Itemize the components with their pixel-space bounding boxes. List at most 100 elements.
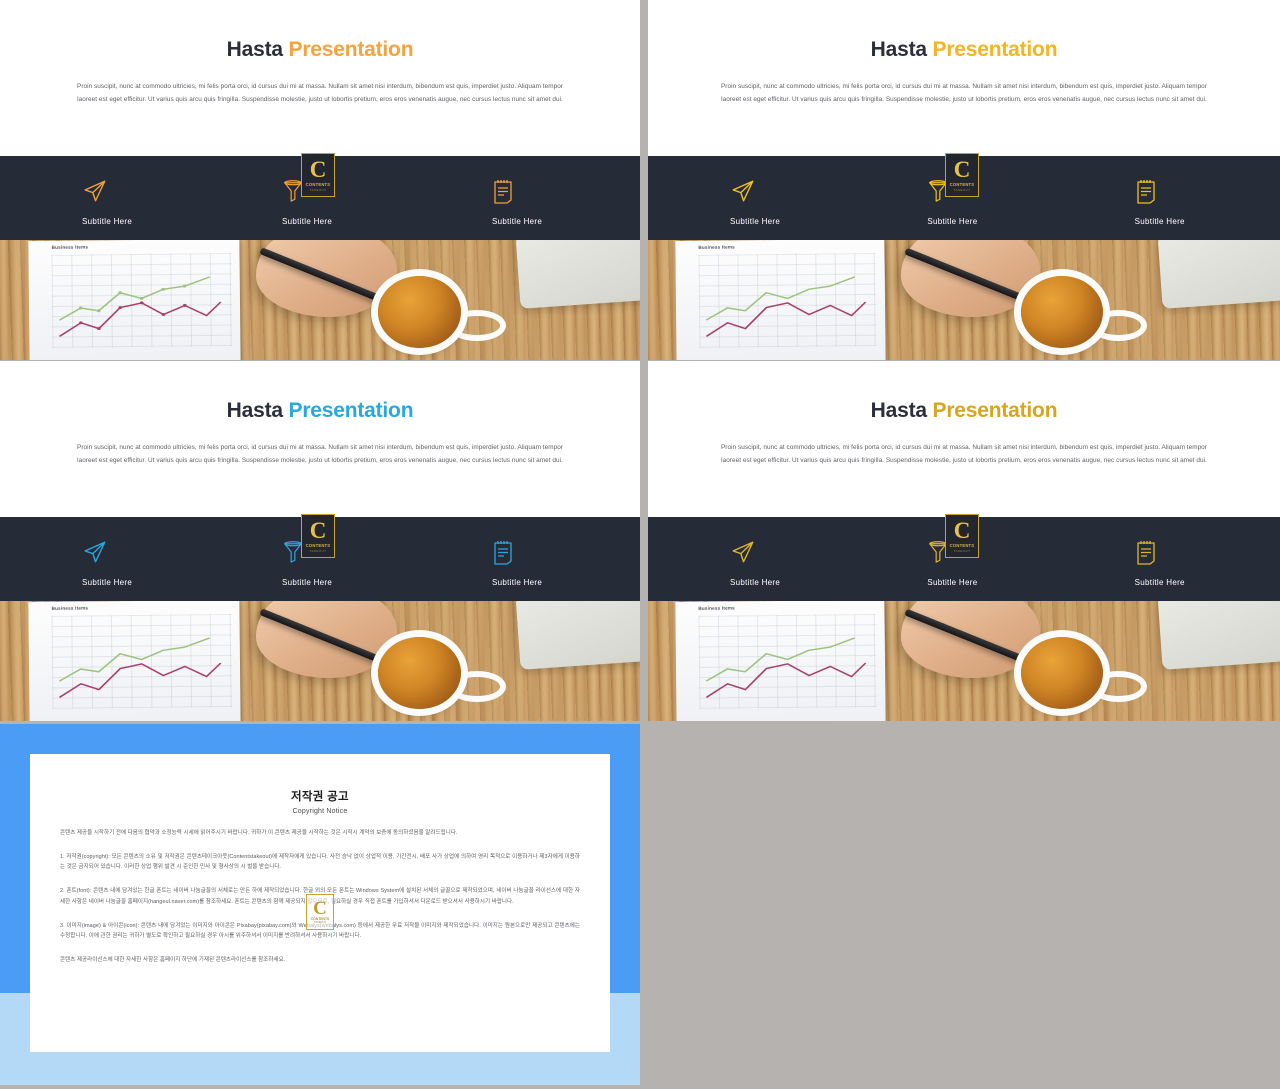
icon-cell-2-1[interactable]: Subtitle Here	[648, 156, 875, 226]
watermark-line2: TAKEOUT	[953, 187, 971, 192]
notepad-icon	[1135, 535, 1157, 569]
slide-title-part1: Hasta	[870, 399, 933, 422]
watermark-line1: CONTENTS	[305, 181, 331, 187]
slide-title-2: Hasta Presentation	[648, 0, 1280, 62]
line-chart	[58, 637, 222, 698]
contents-watermark-badge: C CONTENTS TAKEOUT	[301, 153, 335, 197]
watermark-letter: C	[309, 517, 327, 543]
slide-body-text-2: Proin suscipit, nunc at commodo ultricie…	[721, 83, 1207, 103]
icon-label-4-3: Subtitle Here	[1134, 578, 1185, 587]
slide-title-part2: Presentation	[932, 399, 1058, 422]
chart-caption: Business Items	[51, 605, 88, 611]
chart-paper: Business Items	[675, 240, 886, 360]
chart-caption: Business Items	[698, 605, 736, 611]
watermark-line2: TAKEOUT	[953, 548, 971, 553]
notepad-icon	[492, 535, 514, 569]
watermark-line2: TAKEOUT	[313, 921, 327, 925]
icon-label-2-2: Subtitle Here	[927, 217, 978, 226]
slide-title-part1: Hasta	[870, 38, 933, 61]
slide-thumbnail-1[interactable]: Hasta Presentation Proin suscipit, nunc …	[0, 0, 640, 360]
chart-paper: Business Items	[675, 601, 886, 721]
line-chart	[706, 276, 867, 337]
line-chart	[58, 276, 222, 337]
slide-title-4: Hasta Presentation	[648, 361, 1280, 423]
chart-paper: Business Items	[28, 601, 241, 721]
icon-label-3-1: Subtitle Here	[82, 578, 133, 587]
copyright-notice-panel[interactable]: 저작권 공고 Copyright Notice 콘텐츠 제공을 시작하기 전에 …	[0, 724, 640, 1085]
icon-label-1-3: Subtitle Here	[492, 217, 543, 226]
notepad-icon	[1135, 174, 1157, 208]
watermark-letter: C	[309, 156, 327, 182]
icon-label-3-3: Subtitle Here	[492, 578, 543, 587]
slide-photo-2: Business Items	[648, 240, 1280, 360]
watermark-line1: CONTENTS	[305, 542, 331, 548]
contents-watermark-badge: C CONTENTS TAKEOUT	[306, 894, 334, 931]
icon-bar-4: Subtitle Here Subtitle Here Subtitle Her…	[648, 514, 1280, 601]
icon-cell-1-1[interactable]: Subtitle Here	[0, 156, 230, 226]
paper-plane-icon	[82, 535, 108, 569]
copyright-title-en: Copyright Notice	[292, 808, 348, 815]
slide-title-part2: Presentation	[932, 38, 1058, 61]
copyright-paragraph-intro: 콘텐츠 제공을 시작하기 전에 다음의 협약과 소정능력 시세에 읽어주시기 바…	[60, 830, 458, 836]
contents-watermark-badge: C CONTENTS TAKEOUT	[301, 514, 335, 558]
contents-watermark-badge: C CONTENTS TAKEOUT	[945, 153, 979, 197]
icon-label-1-1: Subtitle Here	[82, 217, 133, 226]
slide-title-part2: Presentation	[288, 38, 414, 61]
line-chart	[706, 637, 867, 698]
slide-photo-4: Business Items	[648, 601, 1280, 721]
coffee-cup	[1020, 637, 1104, 709]
paper-plane-icon	[82, 174, 108, 208]
watermark-line1: CONTENTS	[949, 542, 975, 548]
slide-title-1: Hasta Presentation	[0, 0, 640, 62]
icon-bar-2: Subtitle Here Subtitle Here Subtitle Her…	[648, 153, 1280, 240]
chart-caption: Business Items	[51, 244, 88, 250]
slide-title-part2: Presentation	[288, 399, 414, 422]
icon-cell-3-3[interactable]: Subtitle Here	[430, 517, 640, 587]
copyright-paragraph-1: 1. 저작권(copyright): 모든 콘텐츠의 소유 및 저작권은 콘텐츠…	[60, 853, 580, 871]
icon-cell-1-3[interactable]: Subtitle Here	[430, 156, 640, 226]
coffee-cup	[377, 637, 461, 709]
watermark-letter: C	[313, 898, 327, 920]
icon-label-1-2: Subtitle Here	[282, 217, 333, 226]
paper-plane-icon	[730, 174, 756, 208]
watermark-line2: TAKEOUT	[309, 187, 327, 192]
icon-label-2-1: Subtitle Here	[730, 217, 781, 226]
icon-cell-3-1[interactable]: Subtitle Here	[0, 517, 230, 587]
laptop-edge	[1157, 240, 1280, 310]
watermark-line1: CONTENTS	[949, 181, 975, 187]
icon-label-4-1: Subtitle Here	[730, 578, 781, 587]
copyright-title-ko: 저작권 공고	[291, 791, 349, 803]
slide-title-part1: Hasta	[226, 38, 289, 61]
contents-watermark-badge: C CONTENTS TAKEOUT	[945, 514, 979, 558]
copyright-document: 저작권 공고 Copyright Notice 콘텐츠 제공을 시작하기 전에 …	[30, 754, 610, 1052]
watermark-letter: C	[953, 517, 971, 543]
laptop-edge	[515, 601, 640, 671]
icon-cell-2-3[interactable]: Subtitle Here	[1073, 156, 1280, 226]
icon-label-4-2: Subtitle Here	[927, 578, 978, 587]
slide-photo-3: Business Items	[0, 601, 640, 721]
icon-cell-4-1[interactable]: Subtitle Here	[648, 517, 875, 587]
slide-body-text-4: Proin suscipit, nunc at commodo ultricie…	[721, 444, 1207, 464]
slide-thumbnail-4[interactable]: Hasta Presentation Proin suscipit, nunc …	[648, 361, 1280, 721]
chart-paper: Business Items	[28, 240, 241, 360]
icon-label-3-2: Subtitle Here	[282, 578, 333, 587]
slide-thumbnail-3[interactable]: Hasta Presentation Proin suscipit, nunc …	[0, 361, 640, 721]
laptop-edge	[1157, 601, 1280, 671]
icon-bar-1: Subtitle Here Subtitle Here Subtitle Her…	[0, 153, 640, 240]
laptop-edge	[515, 240, 640, 310]
slide-body-text-3: Proin suscipit, nunc at commodo ultricie…	[77, 444, 563, 464]
icon-bar-3: Subtitle Here Subtitle Here Subtitle Her…	[0, 514, 640, 601]
slide-body-text-1: Proin suscipit, nunc at commodo ultricie…	[77, 83, 563, 103]
copyright-paragraph-outro: 콘텐츠 제공라이선스에 대한 자세한 사항은 홈페이지 하단에 기재된 콘텐츠라…	[60, 957, 286, 964]
slide-thumbnail-2[interactable]: Hasta Presentation Proin suscipit, nunc …	[648, 0, 1280, 360]
thumbnail-grid: Hasta Presentation Proin suscipit, nunc …	[0, 0, 1280, 1089]
slide-title-part1: Hasta	[226, 399, 289, 422]
coffee-cup	[377, 276, 461, 348]
icon-cell-4-3[interactable]: Subtitle Here	[1073, 517, 1280, 587]
slide-title-3: Hasta Presentation	[0, 361, 640, 423]
watermark-line2: TAKEOUT	[309, 548, 327, 553]
paper-plane-icon	[730, 535, 756, 569]
notepad-icon	[492, 174, 514, 208]
watermark-letter: C	[953, 156, 971, 182]
chart-caption: Business Items	[698, 244, 736, 250]
